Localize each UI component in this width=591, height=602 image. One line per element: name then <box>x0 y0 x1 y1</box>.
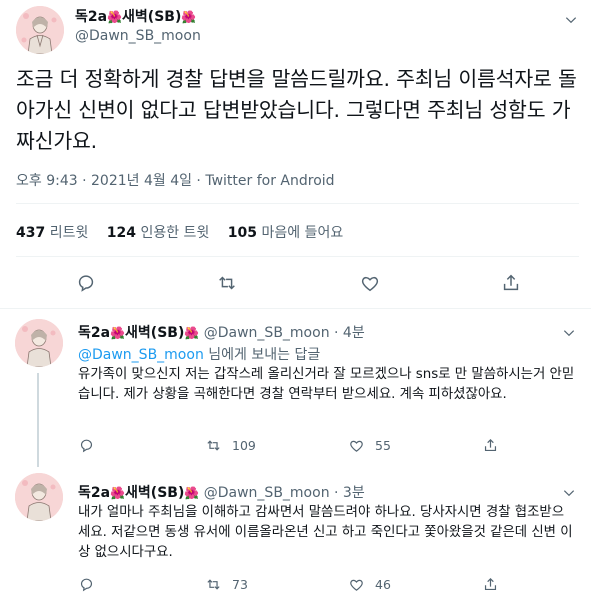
reply-button[interactable] <box>78 576 105 593</box>
tweet-timestamp[interactable]: 오후 9:43 · 2021년 4월 4일 · Twitter for Andr… <box>16 170 335 190</box>
flower-icon: 🌺 <box>184 486 200 500</box>
mention-link[interactable]: @Dawn_SB_moon <box>78 347 204 363</box>
share-icon <box>484 577 497 591</box>
user-handle[interactable]: @Dawn_SB_moon <box>75 28 201 44</box>
display-name-middle[interactable]: 새벽(SB) <box>125 325 184 341</box>
reply-text: 유가족이 맞으신지 저는 갑작스레 올리신거라 잘 모르겠으나 sns로 만 말… <box>78 367 575 402</box>
quote-count-label[interactable]: 인용한 트윗 <box>140 225 209 241</box>
display-name-middle[interactable]: 새벽(SB) <box>125 485 184 501</box>
share-button[interactable] <box>482 576 509 593</box>
quote-count[interactable]: 124 <box>107 225 136 241</box>
reply-icon <box>80 578 93 592</box>
avatar[interactable] <box>15 473 63 521</box>
chevron-down-icon[interactable] <box>564 12 578 26</box>
tweet-stats: 437 리트윗 124 인용한 트윗 105 마음에 들어요 <box>16 222 357 242</box>
heart-icon[interactable] <box>359 272 381 294</box>
display-name-prefix[interactable]: 독2a <box>78 485 110 501</box>
tweet-action-bar <box>0 270 591 296</box>
display-name-prefix[interactable]: 독2a <box>78 325 110 341</box>
reply-button[interactable] <box>78 437 105 454</box>
display-name-prefix: 독2a <box>75 9 108 25</box>
reply-icon[interactable] <box>75 272 97 294</box>
flower-icon: 🌺 <box>107 10 123 24</box>
divider <box>16 256 579 257</box>
chevron-down-icon[interactable] <box>562 485 576 499</box>
flower-icon: 🌺 <box>184 326 200 340</box>
reply-icon <box>80 439 93 453</box>
heart-icon <box>350 440 363 452</box>
retweet-button[interactable]: 109 <box>205 437 256 454</box>
like-button[interactable]: 55 <box>348 437 391 454</box>
display-name-middle: 새벽(SB) <box>122 9 182 25</box>
reply-action-bar: 73 46 <box>78 576 498 594</box>
retweet-icon <box>207 440 220 451</box>
handle-and-time[interactable]: @Dawn_SB_moon · 4분 <box>204 325 365 341</box>
share-icon <box>484 438 497 452</box>
replying-to-suffix: 님에게 보내는 답글 <box>203 347 321 363</box>
thread-connector <box>37 373 39 467</box>
chevron-down-icon[interactable] <box>562 325 576 339</box>
avatar[interactable] <box>16 6 64 54</box>
reply-text: 내가 얼마나 주최님을 이해하고 감싸면서 말씀드려야 하나요. 당사자시면 경… <box>78 505 573 560</box>
replying-to: @Dawn_SB_moon 님에게 보내는 답글 <box>78 344 320 364</box>
flower-icon: 🌺 <box>181 10 197 24</box>
reply-header: 독2a🌺새벽(SB)🌺 @Dawn_SB_moon · 4분 <box>78 322 365 342</box>
display-name[interactable]: 독2a🌺새벽(SB)🌺 <box>75 6 196 26</box>
like-button[interactable]: 46 <box>348 576 391 593</box>
retweet-count: 109 <box>232 438 256 453</box>
reply-action-bar: 109 55 <box>78 437 498 455</box>
retweet-count-label[interactable]: 리트윗 <box>50 225 89 241</box>
handle-and-time[interactable]: @Dawn_SB_moon · 3분 <box>204 485 365 501</box>
retweet-icon <box>207 579 220 590</box>
share-button[interactable] <box>482 437 509 454</box>
divider <box>16 203 579 204</box>
retweet-count[interactable]: 437 <box>16 225 45 241</box>
like-count: 46 <box>375 577 391 592</box>
like-count: 55 <box>375 438 391 453</box>
like-count-label[interactable]: 마음에 들어요 <box>261 225 343 241</box>
retweet-icon[interactable] <box>216 272 238 294</box>
divider <box>0 308 591 309</box>
flower-icon: 🌺 <box>110 326 126 340</box>
avatar[interactable] <box>15 319 63 367</box>
flower-icon: 🌺 <box>110 486 126 500</box>
reply-header: 독2a🌺새벽(SB)🌺 @Dawn_SB_moon · 3분 <box>78 482 365 502</box>
retweet-button[interactable]: 73 <box>205 576 248 593</box>
tweet-text: 조금 더 정확하게 경찰 답변을 말씀드릴까요. 주최님 이름석자로 돌아가신 … <box>16 67 577 153</box>
share-icon[interactable] <box>500 272 522 294</box>
retweet-count: 73 <box>232 577 248 592</box>
heart-icon <box>350 579 363 591</box>
like-count[interactable]: 105 <box>228 225 257 241</box>
